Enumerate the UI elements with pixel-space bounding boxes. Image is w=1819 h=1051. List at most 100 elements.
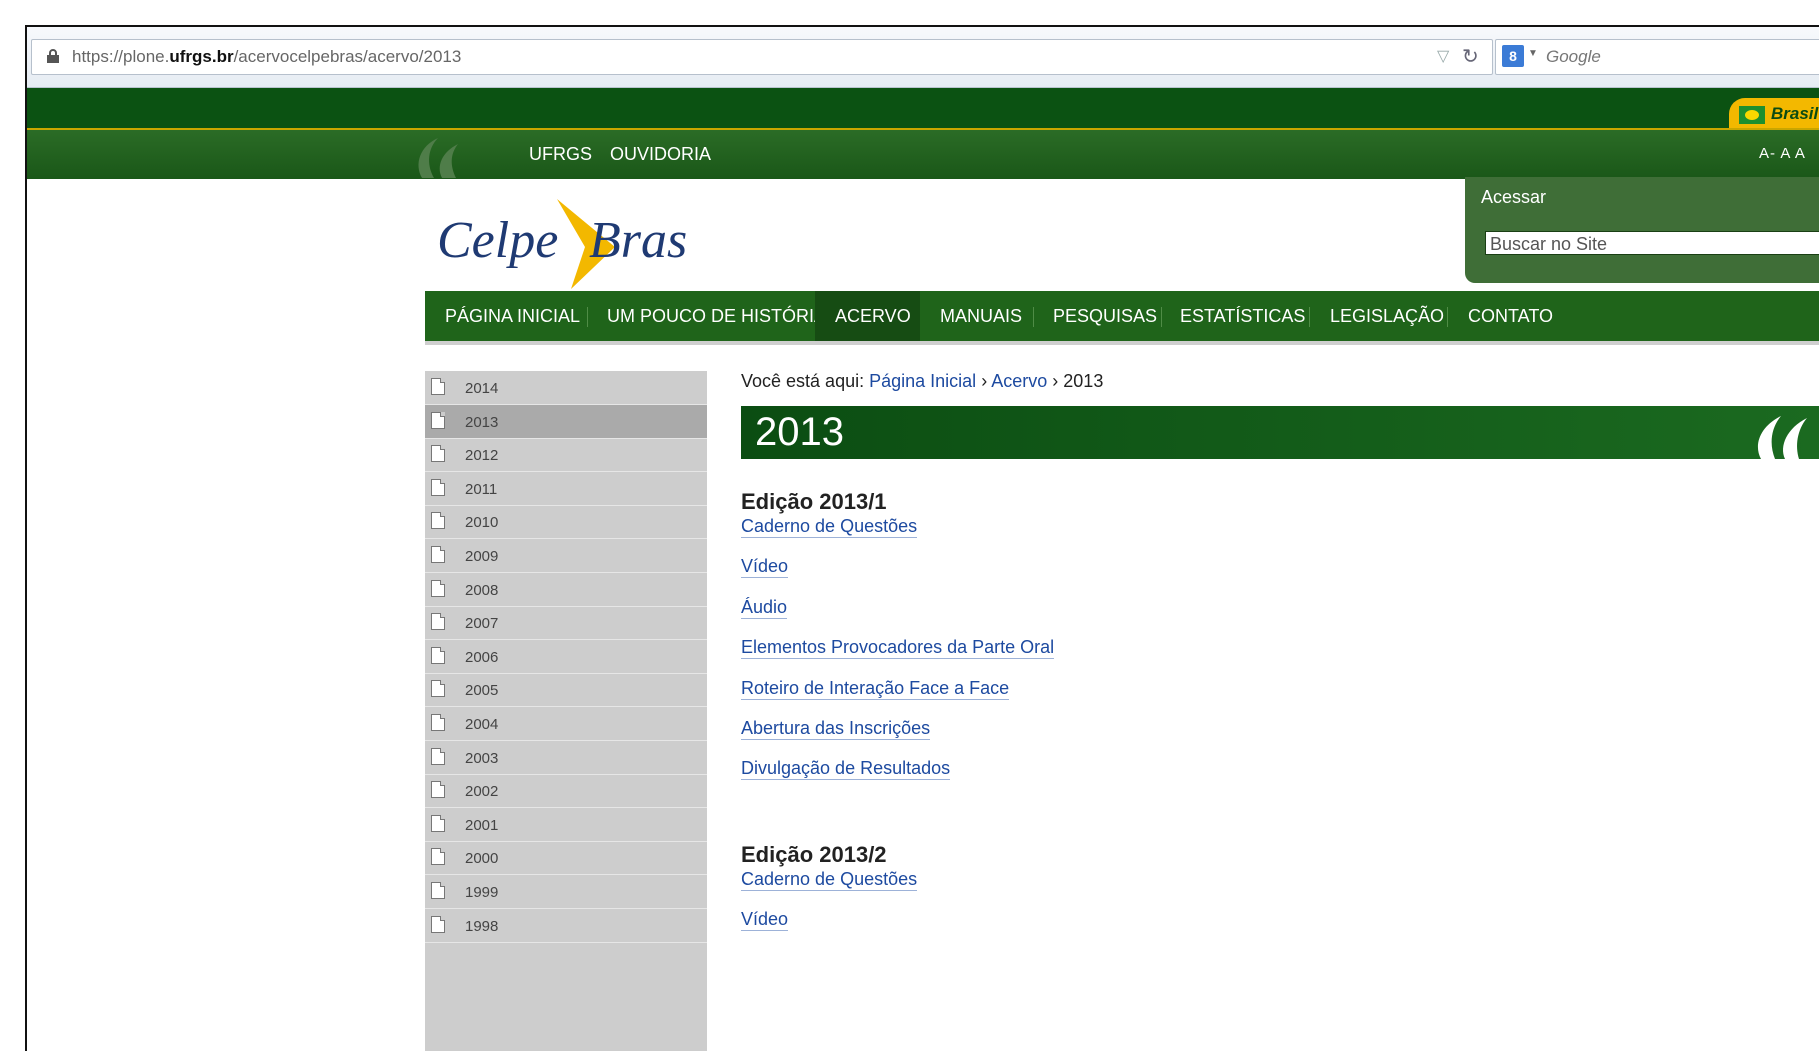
logo-text-bras: Bras [589,212,688,269]
sidebar-item-1998[interactable]: 1998 [425,909,707,943]
sidebar-item-2006[interactable]: 2006 [425,640,707,674]
nav-item-acervo-label: ACERVO [835,306,911,326]
sidebar-item-2003[interactable]: 2003 [425,741,707,775]
document-icon [431,882,445,899]
search-engine-label: Google [1546,47,1601,66]
nav-separator [1447,307,1448,327]
document-icon [431,781,445,799]
breadcrumb-separator: › [1052,371,1059,391]
document-icon [431,915,445,933]
main-nav: PÁGINA INICIAL UM POUCO DE HISTÓRIA ACER… [425,291,1819,345]
sidebar-item-2009[interactable]: 2009 [425,539,707,573]
sidebar-item-2001[interactable]: 2001 [425,808,707,842]
reload-icon[interactable]: ↻ [1462,44,1479,69]
ufrgs-swoosh-icon [418,138,458,178]
sidebar-item-label: 2003 [465,749,499,767]
nav-item-pagina-inicial[interactable]: PÁGINA INICIAL [445,291,580,341]
document-icon [431,478,445,496]
edition-link[interactable]: Divulgação de Resultados [741,758,951,781]
sidebar-item-label: 2013 [465,413,499,431]
site-search-input[interactable]: Buscar no Site [1485,231,1819,255]
address-bar[interactable]: https://plone.ufrgs.br/acervocelpebras/a… [31,39,1493,75]
document-icon [431,848,445,866]
breadcrumb-prefix: Você está aqui: [741,371,865,391]
document-icon [431,579,445,597]
brasil-badge[interactable]: Brasil [1729,98,1819,130]
edition-link[interactable]: Caderno de Questões [741,516,918,538]
document-icon [431,613,445,631]
sidebar-item-2010[interactable]: 2010 [425,505,707,540]
dropdown-arrow-icon[interactable]: ▽ [1437,46,1449,66]
google-icon[interactable]: 8 [1502,45,1524,67]
sidebar-item-label: 2000 [465,850,499,868]
sidebar-item-label: 2011 [465,480,498,498]
sidebar-item-label: 2004 [465,716,499,733]
browser-window: https://plone.ufrgs.br/acervocelpebras/a… [25,25,1819,1051]
page-title-bar: 2013 [741,406,1819,459]
sidebar-item-label: 1999 [465,884,499,901]
url-domain: ufrgs.br [169,47,234,66]
nav-item-acervo[interactable]: ACERVO [815,291,920,341]
nav-item-historia[interactable]: UM POUCO DE HISTÓRIA [607,291,826,341]
sidebar-item-2014[interactable]: 2014 [425,371,707,405]
sidebar-item-label: 2010 [465,514,499,532]
sidebar-item-label: 2002 [465,783,499,801]
edition-link[interactable]: Abertura das Inscrições [741,718,931,740]
url-path: /acervocelpebras/acervo/2013 [233,47,462,66]
login-search-panel: Acessar Buscar no Site [1465,177,1819,283]
sidebar-item-label: 2012 [465,447,499,465]
nav-item-contato[interactable]: CONTATO [1468,291,1553,341]
ufrgs-swoosh-icon [1757,416,1807,459]
edition-link[interactable]: Elementos Provocadores da Parte Oral [741,637,1055,660]
sidebar-item-2002[interactable]: 2002 [425,774,707,809]
url-prefix: https://plone. [72,47,170,66]
breadcrumb-home-link[interactable]: Página Inicial [869,371,976,391]
nav-item-pesquisas[interactable]: PESQUISAS [1053,291,1157,341]
edition-link[interactable]: Vídeo [741,909,789,932]
document-icon [431,714,445,731]
login-link[interactable]: Acessar [1481,187,1546,208]
nav-item-manuais[interactable]: MANUAIS [940,291,1022,341]
breadcrumb: Você está aqui: Página Inicial › Acervo … [741,371,1103,392]
edition-link[interactable]: Vídeo [741,556,789,579]
sidebar-item-2005[interactable]: 2005 [425,673,707,708]
sidebar-item-2011[interactable]: 2011 [425,472,707,506]
nav-separator [1033,307,1034,327]
browser-search-box[interactable]: 8 ▼ Google [1495,39,1819,75]
sidebar-item-label: 2008 [465,581,499,599]
nav-item-estatisticas[interactable]: ESTATÍSTICAS [1180,291,1305,341]
edition-link[interactable]: Caderno de Questões [741,869,918,891]
util-link-ufrgs[interactable]: UFRGS [529,144,592,165]
sidebar-item-label: 1998 [465,917,499,935]
url-text: https://plone.ufrgs.br/acervocelpebras/a… [72,47,461,67]
document-icon [431,680,445,698]
sidebar-item-2004[interactable]: 2004 [425,707,707,741]
nav-separator [1309,307,1310,327]
util-link-ouvidoria[interactable]: OUVIDORIA [610,144,711,165]
font-size-controls[interactable]: A- A A [1759,145,1806,162]
sidebar-item-label: 2006 [465,648,499,666]
chevron-down-icon[interactable]: ▼ [1528,48,1538,59]
sidebar-item-1999[interactable]: 1999 [425,875,707,909]
document-icon [431,546,445,563]
sidebar-item-label: 2014 [465,380,499,397]
sidebar-item-2000[interactable]: 2000 [425,841,707,876]
sidebar-item-2007[interactable]: 2007 [425,606,707,641]
document-icon [431,411,445,429]
edition-link[interactable]: Áudio [741,597,788,619]
nav-item-legislacao[interactable]: LEGISLAÇÃO [1330,291,1444,341]
edition-heading: Edição 2013/1 [741,489,887,514]
breadcrumb-acervo-link[interactable]: Acervo [991,371,1047,391]
logo-text-celpe: Celpe [437,212,559,269]
nav-separator [587,307,588,327]
site-logo[interactable]: Celpe Bras [437,197,697,292]
sidebar-item-2013[interactable]: 2013 [425,404,707,439]
sidebar-item-2012[interactable]: 2012 [425,438,707,473]
sidebar-item-2008[interactable]: 2008 [425,573,707,607]
edition-heading: Edição 2013/2 [741,842,887,867]
breadcrumb-current: 2013 [1063,371,1104,391]
brazil-flag-icon [1739,106,1765,124]
sidebar-item-label: 2001 [465,816,499,834]
edition-link[interactable]: Roteiro de Interação Face a Face [741,678,1010,700]
document-icon [431,512,445,530]
